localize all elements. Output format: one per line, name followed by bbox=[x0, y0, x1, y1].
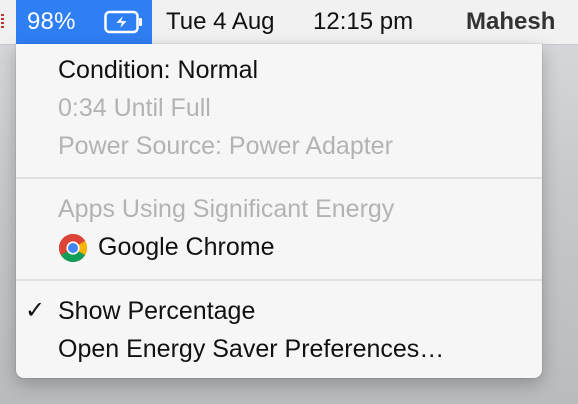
menu-bar: 98% Tue 4 Aug 12:15 pm Mahesh bbox=[0, 0, 578, 45]
user-account-menu[interactable]: Mahesh bbox=[466, 8, 555, 36]
battery-charging-icon bbox=[104, 10, 142, 34]
time-until-full: 0:34 Until Full bbox=[58, 94, 211, 122]
show-percentage-toggle[interactable]: Show Percentage bbox=[58, 296, 255, 326]
app-item-google-chrome[interactable]: Google Chrome bbox=[98, 232, 274, 262]
condition-status: Condition: Normal bbox=[58, 56, 259, 84]
google-chrome-icon bbox=[59, 234, 87, 262]
open-energy-saver-preferences[interactable]: Open Energy Saver Preferences… bbox=[58, 334, 444, 364]
clock-date[interactable]: Tue 4 Aug bbox=[166, 8, 275, 36]
battery-status-item[interactable]: 98% bbox=[16, 0, 152, 44]
clock-time[interactable]: 12:15 pm bbox=[313, 8, 413, 36]
battery-dropdown-menu: Condition: Normal 0:34 Until Full Power … bbox=[16, 44, 542, 378]
menubar-edge-icon bbox=[0, 0, 5, 44]
battery-percentage: 98% bbox=[27, 8, 76, 35]
menu-separator bbox=[16, 279, 542, 281]
power-source: Power Source: Power Adapter bbox=[58, 132, 393, 160]
menu-separator bbox=[16, 177, 542, 179]
checkmark-icon: ✓ bbox=[25, 297, 46, 324]
apps-energy-header: Apps Using Significant Energy bbox=[58, 195, 395, 223]
